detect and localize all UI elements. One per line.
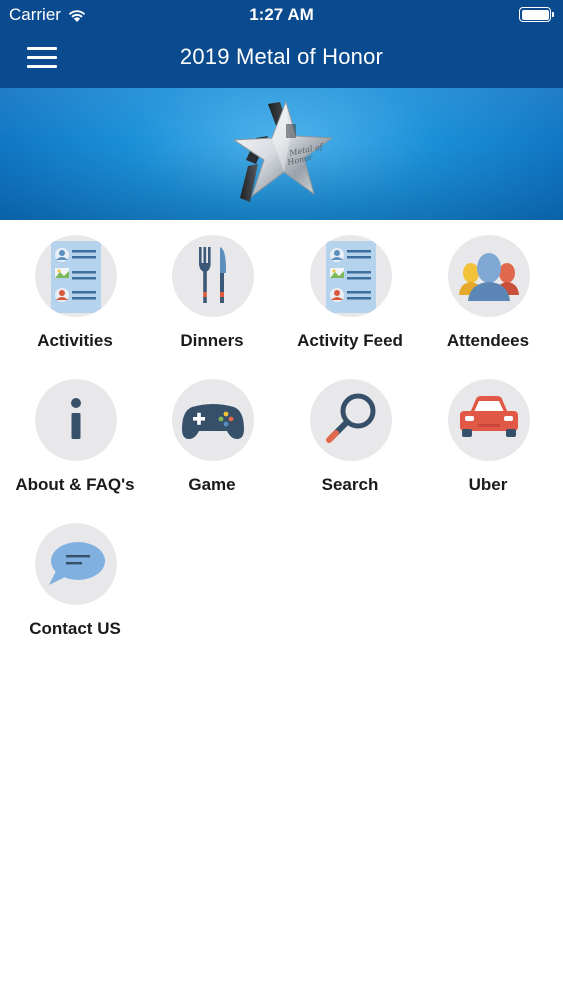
tile-label: Dinners	[180, 331, 244, 350]
tile-label: Uber	[468, 475, 508, 494]
tile-label: About & FAQ's	[15, 475, 135, 494]
activity-feed-list-icon	[326, 241, 376, 313]
info-icon	[71, 398, 81, 439]
status-bar: Carrier 1:27 AM	[0, 0, 563, 30]
tile-icon-circle	[35, 379, 117, 461]
top-bar: Carrier 1:27 AM 2019 Metal of Honor	[0, 0, 563, 88]
tile-activity-feed[interactable]: Activity Feed	[281, 220, 419, 360]
magnifier-icon	[326, 393, 376, 443]
tile-icon-circle	[448, 379, 530, 461]
battery-icon	[519, 7, 554, 22]
tile-contact-us[interactable]: Contact US	[6, 508, 144, 648]
activities-list-icon	[51, 241, 101, 313]
tile-label: Search	[321, 475, 379, 494]
status-time: 1:27 AM	[249, 5, 314, 24]
chat-bubble-icon	[49, 542, 105, 585]
car-icon	[460, 396, 518, 437]
tile-icon-circle	[35, 235, 117, 317]
tile-dinners[interactable]: Dinners	[143, 220, 281, 360]
silver-star-logo: Metal of Honor	[232, 100, 334, 202]
tile-icon-circle	[310, 235, 392, 317]
tile-icon-circle	[35, 523, 117, 605]
tile-label: Contact US	[29, 619, 121, 638]
tile-search[interactable]: Search	[281, 364, 419, 504]
tile-uber[interactable]: Uber	[419, 364, 557, 504]
tile-activities[interactable]: Activities	[6, 220, 144, 360]
fork-knife-icon	[199, 247, 226, 303]
gamepad-icon	[182, 404, 244, 439]
tile-icon-circle	[448, 235, 530, 317]
header-banner: Metal of Honor	[0, 88, 563, 220]
tile-label: Activities	[37, 331, 113, 350]
page-title: 2019 Metal of Honor	[179, 44, 384, 69]
tile-attendees[interactable]: Attendees	[419, 220, 557, 360]
tile-game[interactable]: Game	[143, 364, 281, 504]
tile-icon-circle	[172, 235, 254, 317]
people-group-icon	[459, 253, 519, 301]
tile-label: Attendees	[446, 331, 530, 350]
tile-about-faq[interactable]: About & FAQ's	[6, 364, 144, 504]
tile-icon-circle	[310, 379, 392, 461]
navigation-bar: 2019 Metal of Honor	[0, 30, 563, 88]
tile-label: Activity Feed	[297, 331, 403, 350]
tile-icon-circle	[172, 379, 254, 461]
tile-label: Game	[188, 475, 236, 494]
